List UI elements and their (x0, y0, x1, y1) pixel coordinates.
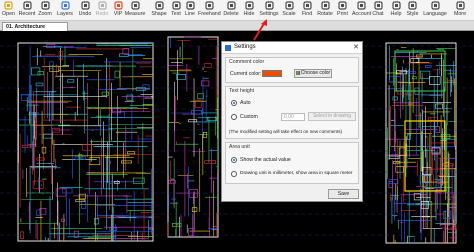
select-in-drawing-button[interactable]: Select in drawing (308, 112, 356, 121)
save-button[interactable]: Save (328, 189, 359, 199)
toolbar-open-button[interactable]: Open (1, 1, 16, 20)
dialog-title-bar: Settings ✕ (222, 42, 362, 54)
custom-radio[interactable] (231, 114, 237, 120)
area-actual-value-label: Show the actual value (240, 157, 291, 163)
scale-icon (284, 1, 294, 10)
toolbar-scale-button[interactable]: Scale (281, 1, 297, 20)
toolbar-line-button[interactable]: Line (183, 1, 197, 20)
zoom-icon (40, 1, 50, 10)
section-title-comment-color: Comment color (229, 59, 265, 65)
undo-icon (80, 1, 90, 10)
toolbar-style-button[interactable]: Style (405, 1, 420, 20)
toolbar-account-button[interactable]: Account (352, 1, 371, 20)
toolbar-language-button[interactable]: Language (421, 1, 449, 20)
current-color-label: Current color: (230, 71, 262, 77)
open-icon (4, 1, 13, 10)
toolbar-delete-button[interactable]: Delete (222, 1, 240, 20)
toolbar-recent-button[interactable]: Recent (18, 1, 36, 20)
area-unit-section: Area unit Show the actual value Drawing … (225, 142, 359, 184)
comment-color-section: Comment color Current color: Choose colo… (225, 57, 359, 83)
measure-icon (130, 1, 140, 10)
toolbar-text-button[interactable]: Text (170, 1, 182, 20)
palette-icon (295, 70, 300, 75)
choose-color-button[interactable]: Choose color (294, 69, 332, 78)
section-title-text-height: Text height (229, 88, 255, 94)
area-actual-value-radio[interactable] (231, 157, 237, 163)
toolbar-chat-button[interactable]: Chat (370, 1, 386, 20)
style-icon (408, 1, 417, 10)
shape-icon (154, 1, 164, 10)
settings-dialog: Settings ✕ Comment color Current color: … (221, 41, 363, 202)
toolbar-freehand-button[interactable]: Freehand (198, 1, 221, 20)
custom-height-input[interactable]: 0.00 (281, 113, 305, 121)
delete-icon (226, 1, 236, 10)
recent-icon (22, 1, 32, 10)
toolbar-find-button[interactable]: Find (300, 1, 314, 20)
tab-01-architecture[interactable]: 01. Architecture (2, 22, 68, 31)
dialog-title: Settings (234, 44, 256, 50)
close-icon[interactable]: ✕ (353, 43, 359, 51)
chat-icon (373, 1, 383, 10)
settings-icon (264, 1, 274, 10)
toolbar-rotate-button[interactable]: Rotate (317, 1, 333, 20)
line-icon (185, 1, 195, 10)
toolbar-zoom-button[interactable]: Zoom (37, 1, 53, 20)
area-square-meter-radio[interactable] (231, 171, 237, 177)
language-icon (430, 1, 440, 10)
help-icon (391, 1, 401, 10)
current-color-swatch (262, 70, 282, 77)
layers-icon (60, 1, 70, 10)
more-icon (455, 1, 465, 10)
app-icon (225, 45, 231, 51)
toolbar-undo-button[interactable]: Undo (77, 1, 93, 20)
redo-icon (97, 1, 107, 10)
text-height-section: Text height Auto Custom 0.00 Select in d… (225, 86, 359, 139)
toolbar-help-button[interactable]: Help (389, 1, 403, 20)
toolbar-more-button[interactable]: More (450, 1, 470, 20)
toolbar-measure-button[interactable]: Measure (123, 1, 147, 20)
text-icon (171, 1, 181, 10)
auto-label: Auto (240, 100, 251, 106)
section-title-area-unit: Area unit (229, 144, 250, 150)
custom-label: Custom (240, 114, 258, 120)
auto-radio[interactable] (231, 100, 237, 106)
find-icon (302, 1, 312, 10)
main-toolbar: Open Recent Zoom Layers Undo Redo VIP Measure Sh… (0, 0, 474, 21)
toolbar-redo-button[interactable]: Redo (95, 1, 109, 20)
rotate-icon (320, 1, 330, 10)
area-square-meter-label: Drawing unit is millimeter, show area in… (240, 171, 353, 176)
toolbar-shape-button[interactable]: Shape (150, 1, 168, 20)
hide-icon (244, 1, 254, 10)
vip-icon (113, 1, 123, 10)
freehand-icon (204, 1, 214, 10)
account-icon (356, 1, 366, 10)
print-icon (338, 1, 347, 10)
document-tab-strip: 01. Architecture (0, 21, 474, 31)
toolbar-layers-button[interactable]: Layers (55, 1, 75, 20)
effect-note: (The modified setting will take effect o… (229, 129, 343, 134)
toolbar-print-button[interactable]: Print (335, 1, 350, 20)
